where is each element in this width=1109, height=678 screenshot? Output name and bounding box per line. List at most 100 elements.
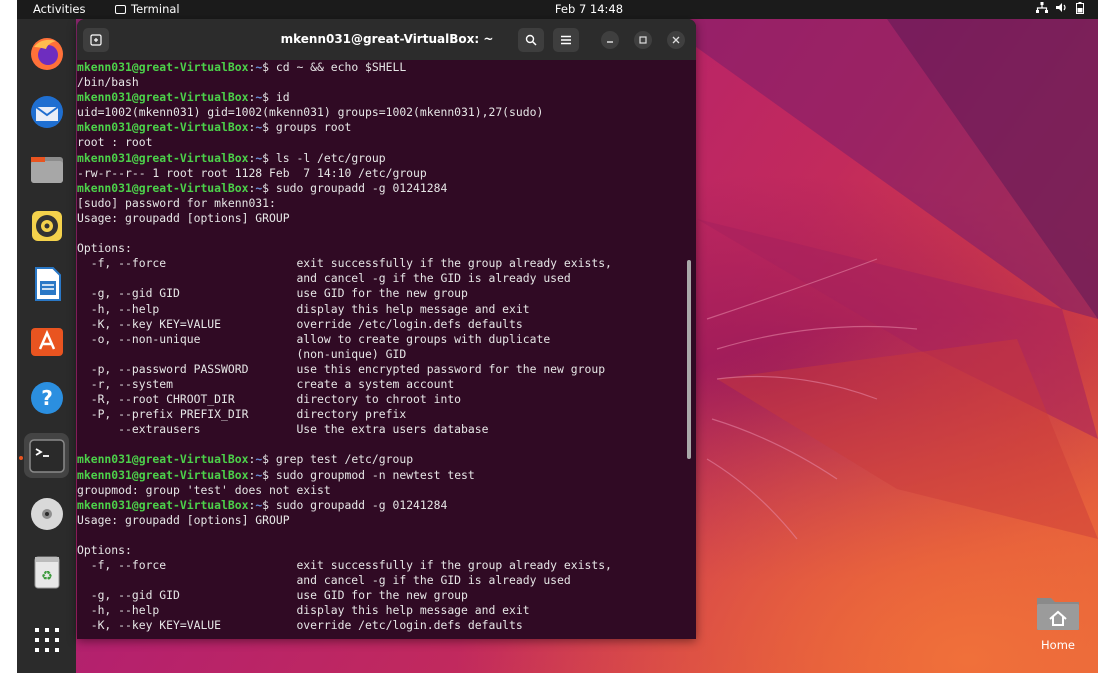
maximize-button[interactable] [634,31,652,49]
prompt-symbol: $ [262,150,276,165]
search-button[interactable] [518,28,544,52]
terminal-output-line: Options: [77,241,132,256]
terminal-icon [28,438,65,473]
terminal-output-line: groupmod: group 'test' does not exist [77,482,331,497]
app-grid-icon [34,627,59,652]
svg-text:♻: ♻ [41,569,53,584]
terminal-output-line: (non-unique) GID [77,346,407,361]
terminal-output-line: -K, --key KEY=VALUE override /etc/login.… [77,316,523,331]
terminal-output-line: and cancel -g if the GID is already used [77,271,571,286]
clock[interactable]: Feb 7 14:48 [554,2,624,16]
dock-item-terminal[interactable] [24,433,69,478]
home-folder-label: Home [1041,638,1075,652]
terminal-command-line: mkenn031@great-VirtualBox:~$ sudo groupa… [77,498,687,513]
trash-icon: ♻ [34,556,59,588]
command-text: sudo groupadd -g 01241284 [275,180,448,195]
terminal-output-line: -p, --password PASSWORD use this encrypt… [77,361,606,376]
prompt-symbol: $ [262,180,276,195]
terminal-window[interactable]: mkenn031@great-VirtualBox: ~ mkenn031@gr… [77,19,696,639]
terminal-command-line: mkenn031@great-VirtualBox:~$ sudo groupa… [77,181,687,196]
terminal-output-line: -rw-r--r-- 1 root root 1128 Feb 7 14:10 … [77,165,427,180]
new-tab-button[interactable] [83,28,109,52]
optical-disc-icon [30,497,63,530]
app-menu-label: Terminal [131,2,180,16]
dock-item-show-apps[interactable] [24,617,69,662]
prompt-user-host: mkenn031@great-VirtualBox [77,180,249,195]
maximize-icon [639,36,647,44]
terminal-command-line: mkenn031@great-VirtualBox:~$ groups root [77,120,687,135]
terminal-output-line: [sudo] password for mkenn031: [77,195,276,210]
close-icon [672,36,680,44]
prompt-symbol: $ [262,452,276,467]
prompt-user-host: mkenn031@great-VirtualBox [77,150,249,165]
firefox-icon [30,37,63,70]
terminal-command-line: mkenn031@great-VirtualBox:~$ grep test /… [77,452,687,467]
terminal-output-line: -f, --force exit successfully if the gro… [77,256,612,271]
command-text: sudo groupmod -n newtest test [275,467,475,482]
prompt-user-host: mkenn031@great-VirtualBox [77,120,249,135]
search-icon [525,34,537,46]
command-text: grep test /etc/group [275,452,414,467]
dock-item-trash[interactable]: ♻ [24,549,69,594]
top-panel: Activities Terminal Feb 7 14:48 [17,0,1098,19]
terminal-output[interactable]: mkenn031@great-VirtualBox:~$ cd ~ && ech… [77,60,687,639]
prompt-symbol: $ [262,60,276,74]
dock-item-rhythmbox[interactable] [24,203,69,248]
volume-icon[interactable] [1056,2,1068,17]
running-indicator [19,456,23,460]
terminal-output-line: -P, --prefix PREFIX_DIR directory prefix [77,407,407,422]
minimize-button[interactable] [601,31,619,49]
terminal-output-line: -h, --help display this help message and… [77,603,530,618]
hamburger-menu-icon [561,35,571,45]
dock-item-files[interactable] [24,147,69,192]
terminal-output-line: Usage: groupadd [options] GROUP [77,512,290,527]
command-text: id [275,90,290,105]
terminal-output-line: uid=1002(mkenn031) gid=1002(mkenn031) gr… [77,105,544,120]
rhythmbox-icon [31,210,62,241]
minimize-icon [607,41,613,43]
app-menu[interactable]: Terminal [115,2,180,16]
terminal-command-line: mkenn031@great-VirtualBox:~$ cd ~ && ech… [77,60,687,75]
terminal-output-line: -o, --non-unique allow to create groups … [77,331,551,346]
terminal-output-line: -h, --help display this help message and… [77,301,530,316]
home-folder-shortcut[interactable]: Home [1032,594,1084,652]
network-icon[interactable] [1036,2,1048,17]
app-center-icon [30,327,63,356]
terminal-command-line: mkenn031@great-VirtualBox:~$ id [77,90,687,105]
terminal-output-line: /bin/bash [77,75,139,90]
dock-item-writer[interactable] [24,261,69,306]
terminal-output-line: -K, --key KEY=VALUE override /etc/login.… [77,618,523,633]
terminal-output-line: -g, --gid GID use GID for the new group [77,286,468,301]
prompt-symbol: $ [262,120,276,135]
terminal-output-line: Usage: groupadd [options] GROUP [77,210,290,225]
terminal-output-line: and cancel -g if the GID is already used [77,573,571,588]
activities-button[interactable]: Activities [33,2,85,16]
dock: ? ♻ [17,19,76,673]
terminal-output-line: Options: [77,543,132,557]
terminal-titlebar[interactable]: mkenn031@great-VirtualBox: ~ [77,19,696,60]
prompt-user-host: mkenn031@great-VirtualBox [77,90,249,105]
dock-item-dvd[interactable] [24,491,69,536]
command-text: cd ~ && echo $SHELL [275,60,407,74]
dock-item-help[interactable]: ? [24,375,69,420]
terminal-output-line: -R, --root CHROOT_DIR directory to chroo… [77,392,462,407]
dock-item-firefox[interactable] [24,31,69,76]
battery-icon[interactable] [1076,2,1084,17]
terminal-command-line: mkenn031@great-VirtualBox:~$ ls -l /etc/… [77,151,687,166]
files-icon [30,156,63,183]
dock-item-app-center[interactable] [24,317,69,362]
scrollbar[interactable] [687,260,691,459]
prompt-symbol: $ [262,467,276,482]
terminal-output-line: --extrausers Use the extra users databas… [77,422,489,437]
command-text: ls -l /etc/group [275,150,386,165]
new-tab-icon [90,34,102,46]
prompt-user-host: mkenn031@great-VirtualBox [77,452,249,467]
close-button[interactable] [667,31,685,49]
dock-item-thunderbird[interactable] [24,89,69,134]
menu-button[interactable] [553,28,579,52]
terminal-command-line: mkenn031@great-VirtualBox:~$ sudo groupm… [77,468,687,483]
system-tray[interactable] [1036,2,1084,17]
